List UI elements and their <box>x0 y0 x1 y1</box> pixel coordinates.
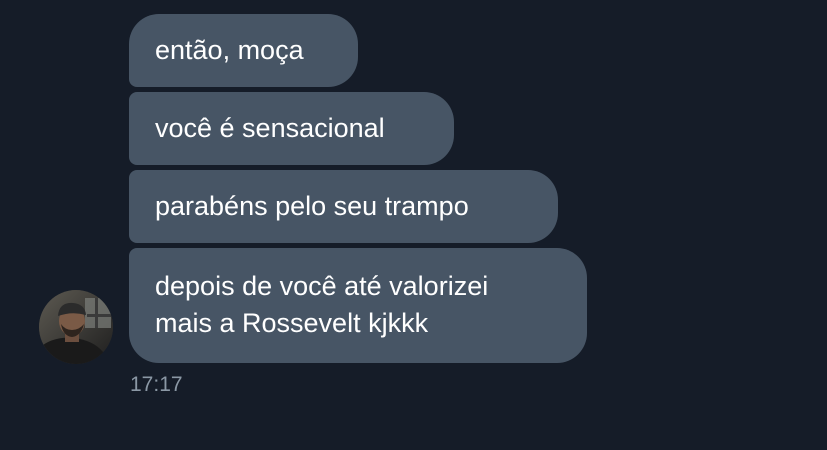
message-bubble[interactable]: você é sensacional <box>129 92 454 165</box>
message-text-line: mais a Rossevelt kjkkk <box>155 308 429 338</box>
avatar-image <box>39 290 113 364</box>
message-bubble[interactable]: parabéns pelo seu trampo <box>129 170 558 243</box>
message-text: parabéns pelo seu trampo <box>155 191 469 221</box>
message-thread: então, moça você é sensacional parabéns … <box>0 0 827 450</box>
message-text-line: depois de você até valorizei <box>155 271 489 301</box>
message-bubble[interactable]: depois de você até valorizei mais a Ross… <box>129 248 587 363</box>
avatar[interactable] <box>39 290 113 364</box>
message-bubble[interactable]: então, moça <box>129 14 358 87</box>
message-timestamp: 17:17 <box>130 373 183 396</box>
message-text: então, moça <box>155 35 304 65</box>
message-text: você é sensacional <box>155 113 385 143</box>
